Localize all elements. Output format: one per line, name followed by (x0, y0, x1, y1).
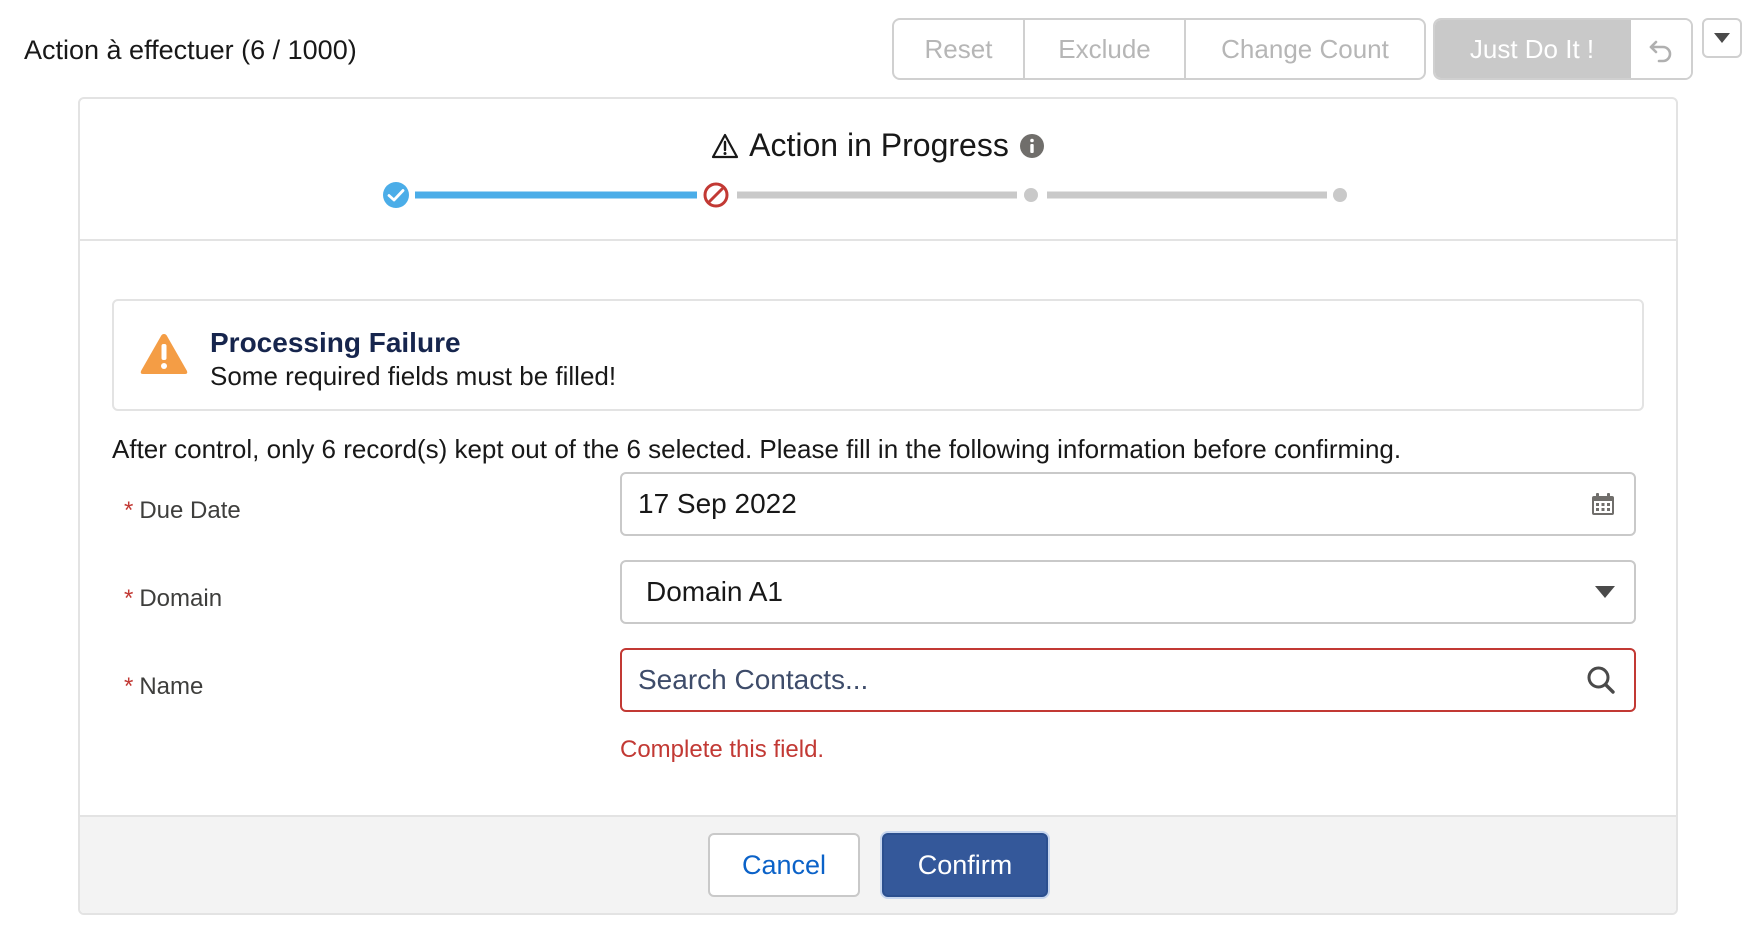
name-label-text: Name (139, 673, 204, 700)
action-card: Action in Progress Processing Failure So… (78, 97, 1678, 915)
due-date-field[interactable]: 17 Sep 2022 (620, 472, 1636, 536)
name-search-input[interactable]: Search Contacts... (620, 648, 1636, 712)
exclude-button[interactable]: Exclude (1025, 20, 1186, 78)
alert-message: Some required fields must be filled! (210, 361, 617, 391)
reset-button[interactable]: Reset (894, 20, 1025, 78)
name-error-message: Complete this field. (620, 736, 825, 763)
due-date-label: * Due Date (124, 497, 241, 525)
domain-select[interactable]: Domain A1 (620, 560, 1636, 624)
domain-label: * Domain (124, 585, 222, 613)
card-title: Action in Progress (749, 127, 1009, 163)
action-button-group: Reset Exclude Change Count (892, 18, 1426, 80)
name-label: * Name (124, 673, 203, 701)
due-date-label-text: Due Date (139, 497, 241, 524)
step-pending-dot[interactable] (1024, 188, 1038, 202)
card-header: Action in Progress (80, 99, 1676, 241)
required-mark: * (124, 497, 134, 524)
just-do-it-split-button: Just Do It ! (1433, 18, 1693, 80)
search-icon[interactable] (1586, 665, 1616, 695)
warning-icon (140, 334, 188, 374)
chevron-down-icon (1595, 586, 1615, 598)
info-icon[interactable] (1019, 133, 1045, 159)
card-title-row: Action in Progress (80, 127, 1676, 164)
page-title: Action à effectuer (6 / 1000) (24, 35, 357, 65)
undo-icon (1649, 40, 1672, 63)
cancel-button[interactable]: Cancel (708, 833, 860, 897)
undo-button[interactable] (1631, 20, 1691, 78)
just-do-it-button[interactable]: Just Do It ! (1435, 20, 1631, 78)
change-count-button[interactable]: Change Count (1186, 20, 1424, 78)
progress-indicator (383, 182, 1347, 208)
confirm-button[interactable]: Confirm (882, 833, 1048, 897)
name-search-placeholder: Search Contacts... (638, 664, 869, 695)
due-date-value: 17 Sep 2022 (638, 488, 797, 519)
page: Action à effectuer (6 / 1000) Reset Excl… (0, 0, 1754, 940)
error-alert: Processing Failure Some required fields … (112, 299, 1644, 411)
calendar-icon[interactable] (1590, 491, 1616, 517)
step-pending-dot[interactable] (1333, 188, 1347, 202)
step-error-icon[interactable] (703, 182, 729, 208)
domain-value: Domain A1 (646, 576, 783, 607)
required-mark: * (124, 585, 134, 612)
domain-label-text: Domain (139, 585, 223, 612)
more-actions-button[interactable] (1702, 18, 1742, 58)
step-complete-icon[interactable] (383, 182, 409, 208)
alert-title: Processing Failure (210, 327, 461, 358)
warning-icon (712, 133, 739, 158)
required-mark: * (124, 673, 134, 700)
card-footer: Cancel Confirm (80, 815, 1676, 913)
chevron-down-icon (1714, 33, 1730, 43)
info-text: After control, only 6 record(s) kept out… (112, 434, 1402, 464)
